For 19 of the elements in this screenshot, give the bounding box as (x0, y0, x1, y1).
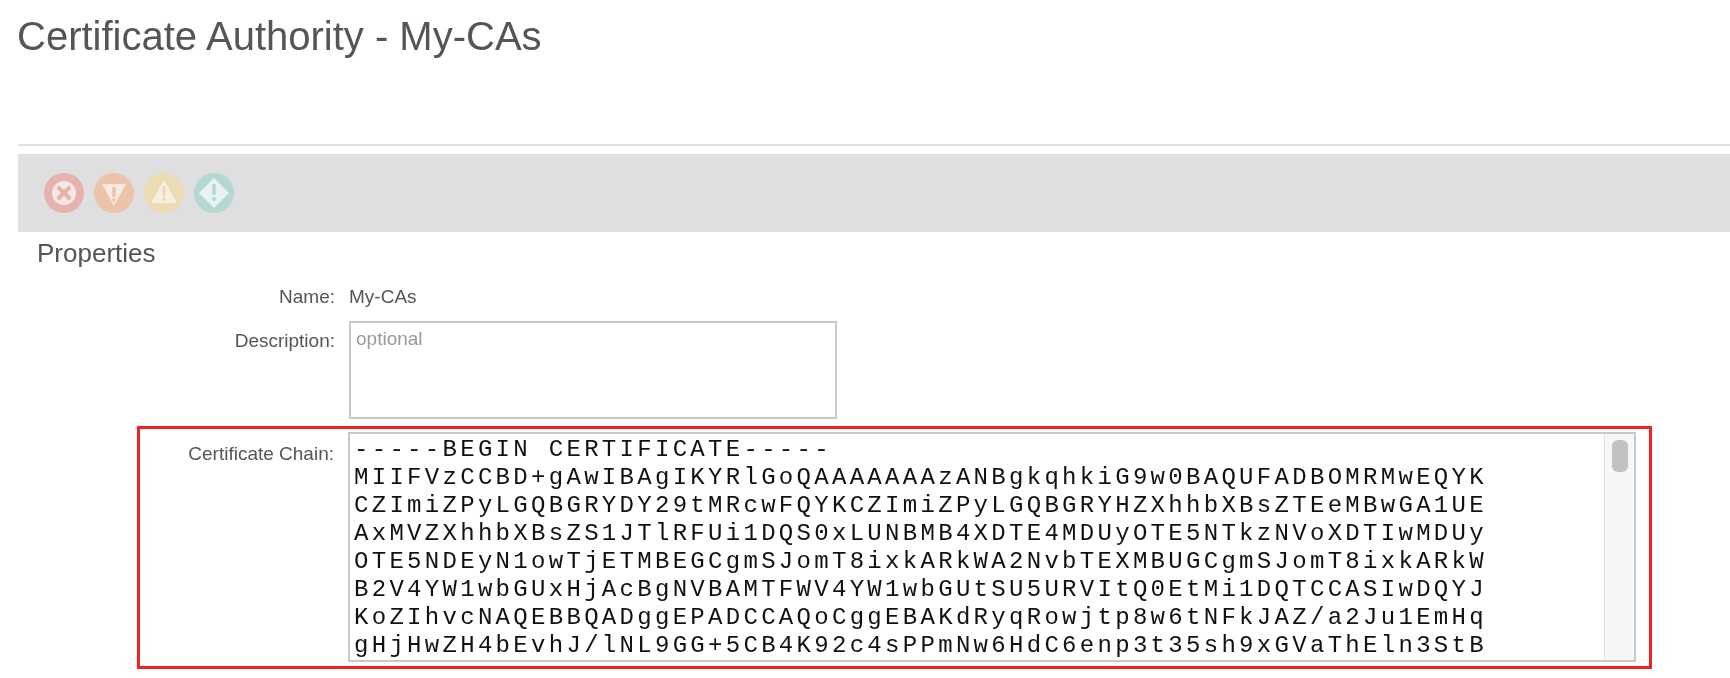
error-icon[interactable] (44, 173, 84, 213)
name-value: My-CAs (349, 285, 417, 309)
certificate-line: KoZIhvcNAQEBBQADggEPADCCAQoCggEBAKdRyqRowjtp8w6tNFkJAZ/a2Ju1EmHq (354, 604, 1487, 632)
section-title: Properties (37, 238, 156, 268)
certificate-line: gHjHwZH4bEvhJ/lNL9GG+5CB4K92c4sPPmNw6HdC6enp3t35sh9xGVaThEln3StB (354, 632, 1487, 660)
field-label: Name: (279, 285, 335, 309)
field-label: Certificate Chain: (188, 442, 334, 466)
warning-triangle-down-icon[interactable] (94, 173, 134, 213)
certificate-line: MIIFVzCCBD+gAwIBAgIKYRlGoQAAAAAAAzANBgkqhkiG9w0BAQUFADBOMRMwEQYK (354, 464, 1487, 492)
certificate-line: -----BEGIN CERTIFICATE----- (354, 436, 832, 464)
certificate-chain-field[interactable] (348, 432, 1636, 662)
certificate-line: OTE5NDEyN1owTjETMBEGCgmSJomT8ixkARkWA2NvbTEXMBUGCgmSJomT8ixkARkW (354, 548, 1487, 576)
page-title: Certificate Authority - My-CAs (17, 13, 543, 60)
certificate-line: CZImiZPyLGQBGRYDY29tMRcwFQYKCZImiZPyLGQBGRYHZXhhbXBsZTEeMBwGA1UE (354, 492, 1487, 520)
certificate-line: AxMVZXhhbXBsZS1JTlRFUi1DQS0xLUNBMB4XDTE4MDUyOTE5NTkzNVoXDTIwMDUy (354, 520, 1487, 548)
scrollbar[interactable] (1604, 434, 1634, 660)
field-label: Description: (234, 329, 335, 353)
certificate-line: B2V4YW1wbGUxHjAcBgNVBAMTFWV4YW1wbGUtSU5URVItQ0EtMi1DQTCCASIwDQYJ (354, 576, 1487, 604)
description-field[interactable]: optional (349, 321, 837, 419)
